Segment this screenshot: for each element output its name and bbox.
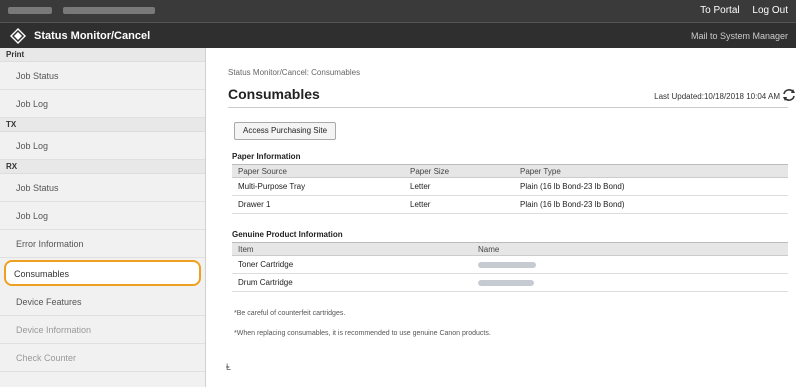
- sidebar-item-consumables[interactable]: Consumables: [4, 260, 201, 286]
- top-crumbs: [8, 6, 163, 15]
- table-row: Drum Cartridge: [232, 273, 788, 292]
- last-updated: Last Updated:10/18/2018 10:04 AM: [654, 92, 780, 101]
- table-row: Toner Cartridge: [232, 255, 788, 274]
- sidebar-item-device-features[interactable]: Device Features: [0, 288, 205, 316]
- main-content: Status Monitor/Cancel: Consumables Consu…: [216, 48, 795, 387]
- sidebar-item-print-job-status[interactable]: Job Status: [0, 62, 205, 90]
- mail-system-manager-link[interactable]: Mail to System Manager: [691, 31, 788, 41]
- log-out-link[interactable]: Log Out: [752, 5, 788, 16]
- blurred-product-name: [478, 261, 536, 268]
- paper-information-table: Paper Source Paper Size Paper Type Multi…: [232, 164, 788, 214]
- sidebar-header-rx: RX: [0, 160, 205, 174]
- col-name: Name: [472, 242, 788, 256]
- genuine-product-information-title: Genuine Product Information: [232, 230, 343, 239]
- counterfeit-note: *Be careful of counterfeit cartridges.: [234, 310, 346, 317]
- sidebar-header-tx: TX: [0, 118, 205, 132]
- sidebar-item-tx-job-log[interactable]: Job Log: [0, 132, 205, 160]
- sidebar: Print Job Status Job Log TX Job Log RX J…: [0, 48, 206, 387]
- sidebar-item-rx-job-log[interactable]: Job Log: [0, 202, 205, 230]
- refresh-icon[interactable]: [782, 88, 796, 102]
- cell-name: [472, 255, 788, 274]
- page-title: Consumables: [228, 86, 320, 102]
- sidebar-item-check-counter[interactable]: Check Counter: [0, 344, 205, 372]
- table-row: Multi-Purpose Tray Letter Plain (16 lb B…: [232, 177, 788, 196]
- col-item: Item: [232, 242, 472, 256]
- cell-item: Drum Cartridge: [232, 273, 472, 292]
- table-row: Drawer 1 Letter Plain (16 lb Bond-23 lb …: [232, 195, 788, 214]
- blurred-product-name: [478, 279, 534, 286]
- sidebar-item-rx-job-status[interactable]: Job Status: [0, 174, 205, 202]
- table-header-row: Item Name: [232, 242, 788, 256]
- genuine-products-note: *When replacing consumables, it is recom…: [234, 330, 491, 337]
- paper-information-title: Paper Information: [232, 152, 301, 161]
- sidebar-item-error-information[interactable]: Error Information: [0, 230, 205, 258]
- cell-paper-source: Drawer 1: [232, 195, 404, 214]
- genuine-product-table: Item Name Toner Cartridge Drum Cartridge: [232, 242, 788, 292]
- cell-paper-type: Plain (16 lb Bond-23 lb Bond): [514, 177, 788, 196]
- cell-paper-type: Plain (16 lb Bond-23 lb Bond): [514, 195, 788, 214]
- col-paper-size: Paper Size: [404, 164, 514, 178]
- col-paper-source: Paper Source: [232, 164, 404, 178]
- cell-paper-size: Letter: [404, 195, 514, 214]
- sidebar-item-print-job-log[interactable]: Job Log: [0, 90, 205, 118]
- blurred-device-name: [8, 7, 52, 15]
- sidebar-item-device-information[interactable]: Device Information: [0, 316, 205, 344]
- title-divider: [228, 107, 788, 108]
- blurred-device-series: [62, 7, 155, 15]
- table-header-row: Paper Source Paper Size Paper Type: [232, 164, 788, 178]
- top-links: To Portal Log Out: [690, 5, 788, 16]
- cell-paper-source: Multi-Purpose Tray: [232, 177, 404, 196]
- cell-item: Toner Cartridge: [232, 255, 472, 274]
- cell-name: [472, 273, 788, 292]
- app-title: Status Monitor/Cancel: [34, 30, 151, 42]
- cell-paper-size: Letter: [404, 177, 514, 196]
- canon-logo-icon: [10, 28, 26, 44]
- access-purchasing-site-button[interactable]: Access Purchasing Site: [234, 122, 337, 140]
- to-portal-link[interactable]: To Portal: [700, 5, 739, 16]
- title-bar: Status Monitor/Cancel Mail to System Man…: [0, 22, 796, 48]
- breadcrumb: Status Monitor/Cancel: Consumables: [228, 68, 361, 77]
- top-bar: To Portal Log Out: [0, 0, 796, 22]
- back-to-top-icon[interactable]: Ⱡ: [226, 362, 231, 372]
- sidebar-header-print: Print: [0, 48, 205, 62]
- col-paper-type: Paper Type: [514, 164, 788, 178]
